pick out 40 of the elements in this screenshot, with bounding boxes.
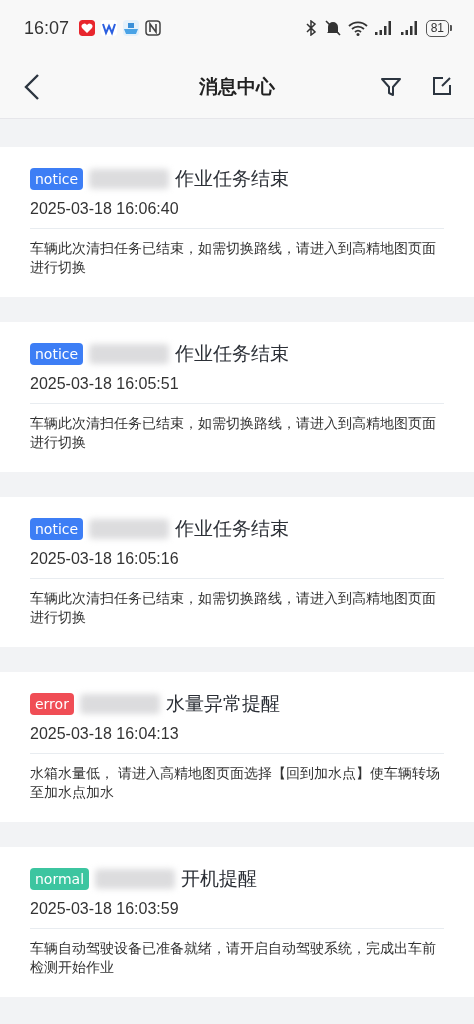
message-time: 2025-03-18 16:04:13 <box>30 725 179 742</box>
message-time: 2025-03-18 16:05:16 <box>30 550 179 567</box>
boat-app-icon <box>123 20 140 36</box>
wifi-icon <box>347 20 368 36</box>
back-button[interactable] <box>22 73 42 101</box>
message-tag: normal <box>30 868 90 890</box>
muted-bell-icon <box>323 19 342 37</box>
bluetooth-icon <box>303 20 318 36</box>
message-body: 水箱水量低， 请进入高精地图页面选择【回到加水点】使车辆转场至加水点加水 <box>30 764 442 802</box>
message-tag: notice <box>30 343 84 365</box>
message-card[interactable]: notice 作业任务结束 2025-03-18 16:06:40 车辆此次清扫任务已结束，如需切换路线，请进入到高精地图页面进行切换 <box>0 147 474 297</box>
status-time: 16:07 <box>24 17 70 39</box>
message-card[interactable]: normal 开机提醒 2025-03-18 16:03:59 车辆自动驾驶设备已准备就绪，请开启自动驾驶系统，完成出车前检测开始作业 <box>0 847 474 997</box>
heart-app-icon <box>79 20 96 36</box>
message-tag: notice <box>30 168 84 190</box>
battery-level: 81 <box>425 19 449 37</box>
signal-icon <box>373 20 394 36</box>
message-title: 作业任务结束 <box>175 516 290 541</box>
message-body: 车辆自动驾驶设备已准备就绪，请开启自动驾驶系统，完成出车前检测开始作业 <box>30 939 437 977</box>
message-card[interactable]: notice 作业任务结束 2025-03-18 16:05:16 车辆此次清扫任务已结束，如需切换路线，请进入到高精地图页面进行切换 <box>0 497 474 647</box>
page-title: 消息中心 <box>199 75 275 97</box>
edit-button[interactable] <box>432 76 452 98</box>
message-time: 2025-03-18 16:06:40 <box>30 200 179 217</box>
w-app-icon <box>101 20 118 36</box>
message-title: 作业任务结束 <box>175 341 290 366</box>
message-time: 2025-03-18 16:03:59 <box>30 900 179 917</box>
message-tag: notice <box>30 518 84 540</box>
nfc-icon <box>145 20 162 36</box>
message-body: 车辆此次清扫任务已结束，如需切换路线，请进入到高精地图页面进行切换 <box>30 589 437 627</box>
message-time: 2025-03-18 16:05:51 <box>30 375 179 392</box>
message-body: 车辆此次清扫任务已结束，如需切换路线，请进入到高精地图页面进行切换 <box>30 239 437 277</box>
message-card[interactable]: notice 作业任务结束 2025-03-18 16:05:51 车辆此次清扫任务已结束，如需切换路线，请进入到高精地图页面进行切换 <box>0 322 474 472</box>
message-tag: error <box>30 693 74 715</box>
message-body: 车辆此次清扫任务已结束，如需切换路线，请进入到高精地图页面进行切换 <box>30 414 437 452</box>
message-title: 作业任务结束 <box>175 166 290 191</box>
filter-button[interactable] <box>380 76 402 98</box>
message-title: 水量异常提醒 <box>165 691 280 716</box>
message-title: 开机提醒 <box>181 866 258 891</box>
message-card[interactable]: error 水量异常提醒 2025-03-18 16:04:13 水箱水量低， 请进入高精地图页面选择【回到加水点】使车辆转场至加水点加水 <box>0 672 474 822</box>
signal-icon <box>399 20 420 36</box>
